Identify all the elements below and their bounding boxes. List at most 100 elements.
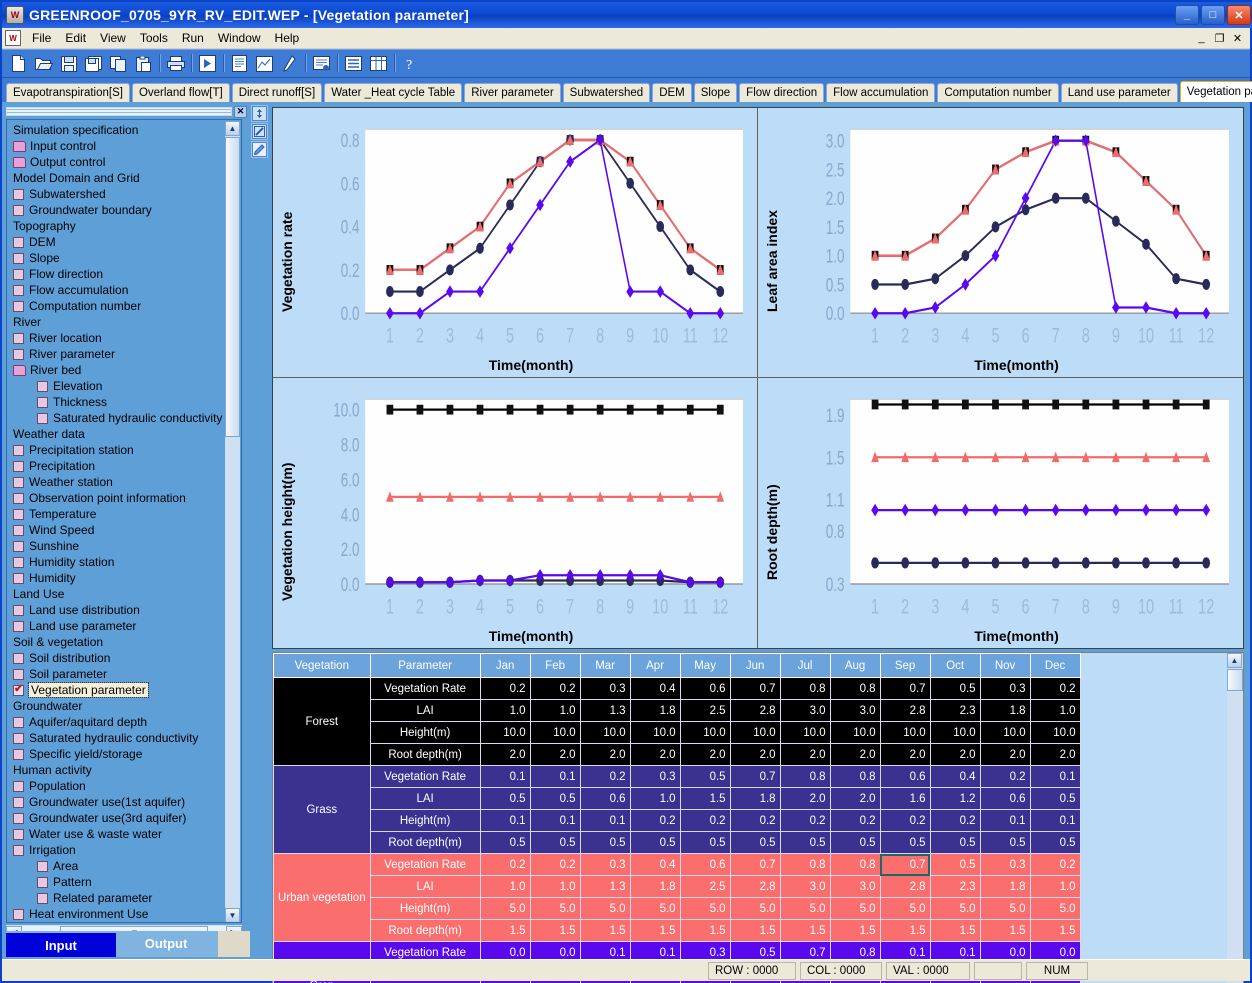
value-cell[interactable]: 10.0 [629,721,681,744]
value-cell[interactable]: 2.3 [929,699,981,722]
value-cell[interactable]: 2.5 [679,699,731,722]
tree-item-land-use-distribution[interactable]: Land use distribution [11,602,241,618]
tree-item-simulation-specification[interactable]: Simulation specification [11,122,241,138]
checkbox-icon[interactable] [13,556,24,568]
column-header-aug[interactable]: Aug [829,653,881,678]
new-icon[interactable] [7,53,30,75]
value-cell[interactable]: 5.0 [579,897,631,920]
parameter-name-cell[interactable]: Vegetation Rate [369,765,481,788]
value-cell[interactable]: 0.5 [929,677,981,700]
checkbox-icon[interactable] [13,780,24,792]
checkbox-icon[interactable] [13,683,24,696]
tree-item-dem[interactable]: DEM [11,234,241,250]
value-cell[interactable]: 0.6 [879,765,931,788]
parameter-name-cell[interactable]: Root depth(m) [369,743,481,766]
column-header-feb[interactable]: Feb [529,653,581,678]
print-icon[interactable] [164,53,187,75]
copy-icon[interactable] [107,53,130,75]
checkbox-icon[interactable] [13,204,24,216]
value-cell[interactable]: 10.0 [979,721,1031,744]
value-cell[interactable]: 5.0 [629,897,681,920]
value-cell[interactable]: 2.0 [479,743,531,766]
value-cell[interactable]: 5.0 [929,897,981,920]
tree-item-weather-station[interactable]: Weather station [11,474,241,490]
value-cell[interactable]: 2.0 [579,743,631,766]
table-row[interactable]: LAI 0.5 0.5 0.6 1.0 1.5 1.8 2.0 2.0 1.6 1.2 0.6 0.5 [274,787,1081,810]
tree-item-saturated-hydraulic-conductivity[interactable]: Saturated hydraulic conductivity [11,730,241,746]
column-header-vegetation[interactable]: Vegetation [273,653,371,678]
tree-item-flow-direction[interactable]: Flow direction [11,266,241,282]
value-cell[interactable]: 1.5 [779,919,831,942]
checkbox-icon[interactable] [37,860,48,872]
value-cell[interactable]: 0.2 [479,677,531,700]
tree-item-slope[interactable]: Slope [11,250,241,266]
value-cell[interactable]: 1.8 [979,875,1031,898]
grid-scroll-up-icon[interactable]: ▲ [1227,653,1242,668]
vegetation-type-cell[interactable]: Forest [273,677,371,766]
value-cell[interactable]: 2.3 [929,875,981,898]
tab-flow-accumulation[interactable]: Flow accumulation [826,83,936,102]
value-cell[interactable]: 10.0 [779,721,831,744]
value-cell[interactable]: 3.0 [779,875,831,898]
table-row[interactable]: Height(m) 0.1 0.1 0.1 0.2 0.2 0.2 0.2 0.2 0.2 0.2 0… [274,809,1081,832]
tab-computation-number[interactable]: Computation number [937,83,1059,102]
tree-item-output-control[interactable]: Output control [11,154,241,170]
value-cell[interactable]: 1.0 [629,787,681,810]
parameter-name-cell[interactable]: Vegetation Rate [369,853,481,876]
tree-item-model-domain-and-grid[interactable]: Model Domain and Grid [11,170,241,186]
table-row[interactable]: LAI 1.0 1.0 1.3 1.8 2.5 2.8 3.0 3.0 2.8 2.3 1.8 1.0 [274,699,1081,722]
value-cell[interactable]: 1.5 [679,787,731,810]
value-cell[interactable]: 1.0 [529,699,581,722]
value-cell[interactable]: 0.1 [529,765,581,788]
tree-item-land-use[interactable]: Land Use [11,586,241,602]
mdi-close-button[interactable]: ✕ [1229,30,1246,46]
tree-item-saturated-hydraulic-conductivity[interactable]: Saturated hydraulic conductivity [11,410,241,426]
maximize-button[interactable]: □ [1201,5,1225,25]
value-cell[interactable]: 5.0 [979,897,1031,920]
value-cell[interactable]: 3.0 [829,875,881,898]
value-cell[interactable]: 1.0 [479,875,531,898]
checkbox-icon[interactable] [37,412,48,424]
value-cell[interactable]: 0.1 [1029,809,1081,832]
value-cell[interactable]: 0.2 [879,809,931,832]
value-cell[interactable]: 0.1 [979,809,1031,832]
tree-item-computation-number[interactable]: Computation number [11,298,241,314]
value-cell[interactable]: 0.2 [579,765,631,788]
tree-item-wind-speed[interactable]: Wind Speed [11,522,241,538]
checkbox-icon[interactable] [37,396,48,408]
checkbox-icon[interactable] [13,508,24,520]
value-cell[interactable]: 0.8 [779,853,831,876]
checkbox-icon[interactable] [13,332,24,344]
tree-item-soil-vegetation[interactable]: Soil & vegetation [11,634,241,650]
map-icon[interactable] [253,53,276,75]
minimize-button[interactable]: _ [1175,5,1199,25]
value-cell[interactable]: 0.2 [629,809,681,832]
value-cell[interactable]: 10.0 [729,721,781,744]
tab-subwatershed[interactable]: Subwatershed [562,83,651,102]
checkbox-icon[interactable] [13,460,24,472]
column-header-jan[interactable]: Jan [479,653,531,678]
tree-item-groundwater-use-1st-aquifer[interactable]: Groundwater use(1st aquifer) [11,794,241,810]
tree-item-thickness[interactable]: Thickness [11,394,241,410]
value-cell[interactable]: 0.4 [629,677,681,700]
checkbox-icon[interactable] [13,540,24,552]
tree-item-groundwater[interactable]: Groundwater [11,698,241,714]
save-icon[interactable] [57,53,80,75]
value-cell[interactable]: 2.0 [1029,743,1081,766]
panel-close-button[interactable]: ✕ [234,105,247,118]
value-cell[interactable]: 2.0 [779,743,831,766]
value-cell[interactable]: 0.3 [979,677,1031,700]
tree-item-area[interactable]: Area [11,858,241,874]
value-cell[interactable]: 10.0 [879,721,931,744]
value-cell[interactable]: 1.5 [479,919,531,942]
value-cell[interactable]: 0.1 [579,809,631,832]
value-cell[interactable]: 0.5 [829,831,881,854]
pencil-icon[interactable] [251,141,268,158]
value-cell[interactable]: 0.5 [1029,831,1081,854]
checkbox-icon[interactable] [13,348,24,360]
tree-item-aquifer-aquitard-depth[interactable]: Aquifer/aquitard depth [11,714,241,730]
tree-vertical-scrollbar[interactable]: ▲ ▼ [225,121,240,922]
value-cell[interactable]: 1.8 [979,699,1031,722]
value-cell[interactable]: 0.7 [729,853,781,876]
table-row[interactable]: Forest Vegetation Rate 0.2 0.2 0.3 0.4 0.6 0.7 0… [273,677,1081,766]
